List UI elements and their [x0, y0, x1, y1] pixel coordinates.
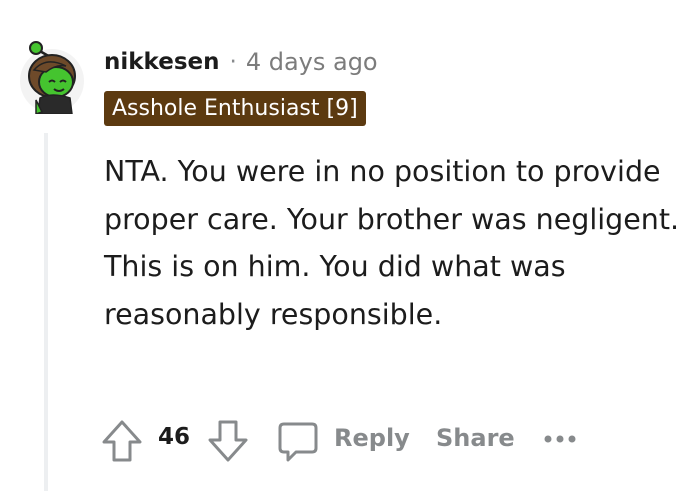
timestamp[interactable]: 4 days ago — [246, 48, 378, 76]
share-button[interactable]: Share — [436, 424, 515, 452]
vote-count: 46 — [158, 424, 191, 450]
arrow-down-icon — [208, 420, 248, 462]
avatar[interactable] — [16, 36, 84, 116]
more-options-button[interactable] — [542, 430, 582, 449]
speech-bubble-icon — [278, 422, 318, 462]
downvote-button[interactable] — [206, 418, 250, 468]
comment-body: NTA. You were in no position to provide … — [104, 155, 680, 331]
snoo-avatar-icon — [20, 41, 84, 116]
upvote-button[interactable] — [100, 418, 144, 468]
comment-actions: 46 Reply Share — [100, 416, 690, 466]
user-flair: Asshole Enthusiast [9] — [104, 91, 366, 126]
more-horizontal-icon — [544, 435, 576, 443]
comment-button[interactable] — [276, 420, 320, 468]
arrow-up-icon — [102, 420, 142, 462]
meta-separator: · — [229, 49, 237, 75]
username[interactable]: nikkesen — [104, 49, 220, 75]
reply-button[interactable]: Reply — [334, 424, 410, 452]
thread-line[interactable] — [44, 133, 48, 491]
comment-meta: nikkesen · 4 days ago — [104, 44, 378, 80]
